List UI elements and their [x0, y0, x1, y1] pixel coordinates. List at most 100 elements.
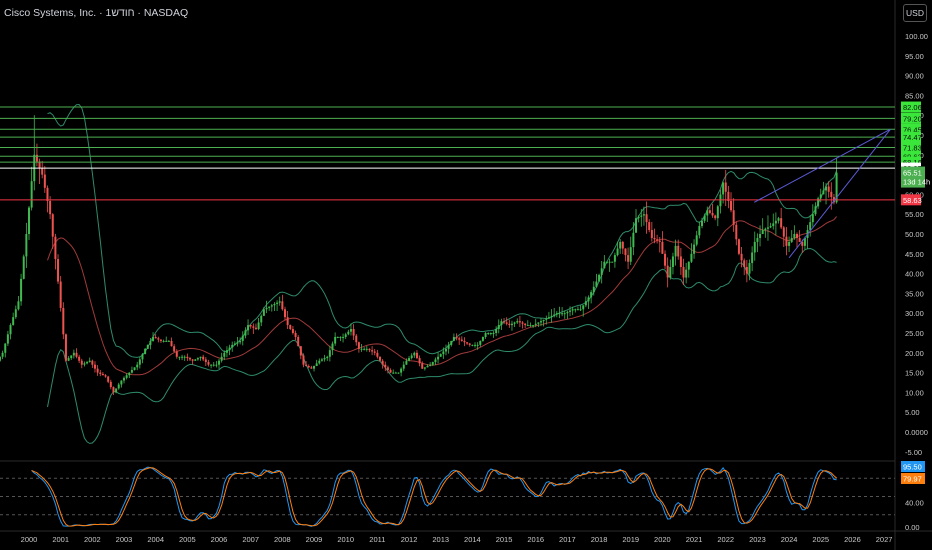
candle-body	[587, 297, 590, 302]
x-tick-label: 2002	[84, 535, 101, 544]
price-chart[interactable]: 100.0095.0090.0085.0080.0075.0070.0065.0…	[0, 0, 932, 550]
candle-body	[196, 358, 199, 360]
candle-body	[115, 388, 118, 393]
x-tick-label: 2019	[622, 535, 639, 544]
candle-body	[761, 230, 764, 234]
candle-body	[539, 321, 542, 323]
bollinger-upper-band	[47, 103, 838, 358]
candle-body	[70, 355, 73, 359]
candle-body	[737, 239, 740, 254]
candle-body	[600, 268, 603, 275]
candle-body	[590, 292, 593, 298]
x-tick-label: 2017	[559, 535, 576, 544]
candle-body	[247, 325, 250, 331]
candle-body	[825, 186, 828, 191]
candle-body	[363, 348, 366, 350]
candle-body	[489, 333, 492, 334]
candle-body	[104, 375, 107, 377]
candle-body	[167, 340, 170, 342]
candle-body	[323, 358, 326, 360]
candle-body	[270, 305, 273, 307]
candle-body	[748, 263, 751, 274]
x-tick-label: 2027	[876, 535, 893, 544]
candle-body	[109, 381, 112, 388]
candle-body	[719, 194, 722, 207]
candle-body	[162, 340, 165, 342]
candle-body	[685, 269, 688, 278]
candle-body	[576, 309, 579, 311]
candle-body	[790, 237, 793, 242]
candle-body	[389, 369, 392, 373]
candle-body	[394, 372, 397, 374]
candle-body	[175, 351, 178, 357]
candle-body	[524, 323, 527, 326]
candle-body	[503, 321, 506, 323]
level-tag-label: 58.63	[903, 196, 922, 205]
x-tick-label: 2005	[179, 535, 196, 544]
candle-body	[368, 348, 371, 351]
candle-body	[223, 352, 226, 357]
candle-body	[648, 222, 651, 231]
candle-body	[751, 252, 754, 264]
candle-body	[305, 364, 308, 366]
candle-body	[795, 234, 798, 238]
candle-body	[51, 214, 54, 237]
candle-body	[745, 267, 748, 274]
x-tick-label: 2004	[147, 535, 164, 544]
y-tick-label: 40.00	[905, 270, 924, 279]
candle-body	[381, 360, 384, 365]
candle-body	[632, 232, 635, 248]
candle-body	[165, 340, 168, 342]
candle-body	[173, 346, 176, 352]
candle-body	[408, 358, 411, 361]
candle-body	[57, 259, 60, 282]
candle-body	[516, 321, 519, 323]
candle-body	[46, 187, 49, 201]
candle-body	[534, 323, 537, 326]
candle-body	[12, 317, 15, 326]
oscillator-tick-label: 40.00	[905, 499, 924, 508]
candle-body	[555, 313, 558, 315]
candle-body	[342, 336, 345, 338]
candle-body	[194, 359, 197, 361]
candle-body	[22, 256, 25, 279]
candle-body	[674, 245, 677, 257]
candle-body	[431, 362, 434, 365]
candle-body	[537, 322, 540, 324]
candle-body	[774, 220, 777, 224]
candle-body	[722, 182, 725, 195]
candle-body	[495, 329, 498, 333]
candle-body	[706, 210, 709, 216]
candle-body	[107, 376, 110, 382]
candle-body	[434, 359, 437, 363]
oscillator-tick-label: 0.00	[905, 523, 920, 532]
candle-body	[484, 333, 487, 337]
y-tick-label: 95.00	[905, 52, 924, 61]
candle-body	[144, 348, 147, 355]
candle-body	[210, 364, 213, 366]
candle-body	[328, 350, 331, 357]
candle-body	[476, 344, 479, 346]
candle-body	[67, 358, 70, 361]
candle-body	[458, 338, 461, 340]
x-tick-label: 2026	[844, 535, 861, 544]
candle-body	[188, 358, 191, 360]
candle-body	[642, 214, 645, 216]
candle-body	[423, 367, 426, 369]
level-tag-label: 74.47	[903, 133, 922, 142]
candle-body	[450, 340, 453, 345]
candle-body	[669, 267, 672, 278]
x-tick-label: 2022	[717, 535, 734, 544]
candle-body	[28, 207, 30, 234]
candle-body	[315, 363, 318, 366]
candle-body	[310, 367, 313, 369]
x-tick-label: 2011	[369, 535, 385, 544]
candle-body	[86, 362, 89, 364]
candle-body	[809, 222, 812, 231]
candle-body	[777, 218, 780, 221]
x-tick-label: 2021	[686, 535, 703, 544]
candle-body	[157, 338, 160, 340]
y-tick-label: 45.00	[905, 250, 924, 259]
candle-body	[563, 313, 566, 315]
y-tick-label: -5.00	[905, 448, 922, 457]
